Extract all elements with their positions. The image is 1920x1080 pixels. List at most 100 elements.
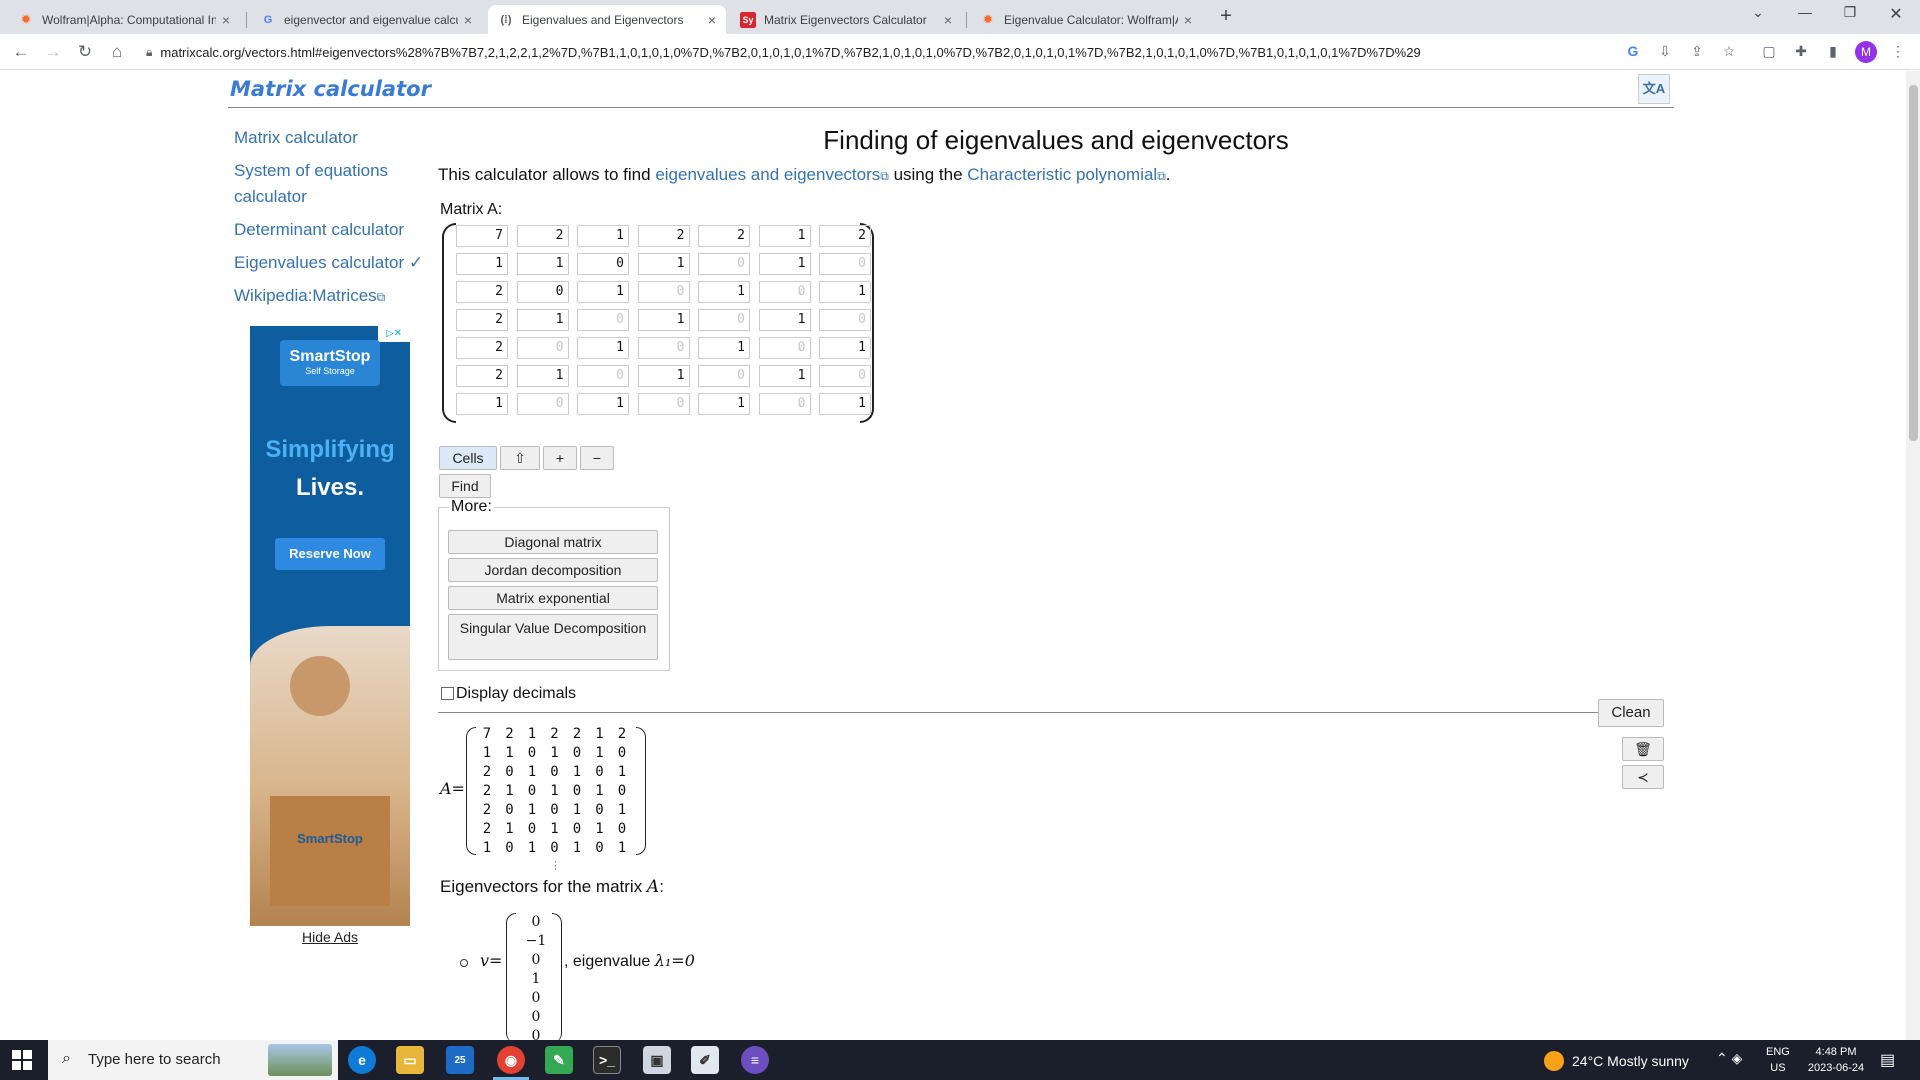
puzzle-icon[interactable]: ✚ xyxy=(1791,43,1811,60)
upload-icon[interactable]: ⇧ xyxy=(500,446,540,470)
remote-desktop-icon[interactable]: ▣ xyxy=(643,1046,671,1074)
find-button[interactable]: Find xyxy=(439,474,491,498)
matrix-cell[interactable]: 1 xyxy=(758,253,811,275)
terminal-icon[interactable]: >_ xyxy=(593,1046,621,1074)
matrix-cell[interactable]: 1 xyxy=(819,393,871,415)
profile-avatar[interactable]: M xyxy=(1855,41,1877,63)
matrix-cell[interactable]: 0 xyxy=(698,253,750,275)
notepad-icon[interactable]: ✎ xyxy=(545,1046,573,1074)
close-icon[interactable]: × xyxy=(708,12,716,28)
matrix-cell[interactable]: 0 xyxy=(758,281,811,303)
address-bar[interactable]: 🔒︎ matrixcalc.org/vectors.html#eigenvect… xyxy=(146,38,1766,66)
language-indicator[interactable]: ENG US xyxy=(1766,1044,1790,1076)
forward-button[interactable]: → xyxy=(42,42,64,62)
edge-icon[interactable]: e xyxy=(348,1046,376,1074)
minimize-button[interactable]: — xyxy=(1793,4,1817,20)
matrix-exponential-button[interactable]: Matrix exponential xyxy=(448,586,658,610)
matrix-cell[interactable]: 2 xyxy=(819,225,871,247)
sidebar-link-determinant[interactable]: Determinant calculator xyxy=(234,217,434,243)
matrix-cell[interactable]: 0 xyxy=(819,309,871,331)
eigen-link[interactable]: eigenvalues and eigenvectors xyxy=(655,165,880,184)
matrix-cell[interactable]: 2 xyxy=(698,225,750,247)
mail-icon[interactable]: 25 xyxy=(446,1046,474,1074)
side-panel-icon[interactable]: ▮ xyxy=(1823,43,1843,60)
share-icon[interactable]: ≺ xyxy=(1622,765,1664,789)
matrix-cell[interactable]: 1 xyxy=(758,309,811,331)
close-window-button[interactable]: ✕ xyxy=(1884,4,1908,24)
cells-button[interactable]: Cells xyxy=(439,446,497,470)
install-icon[interactable]: ⇩ xyxy=(1655,43,1675,60)
close-icon[interactable]: × xyxy=(944,12,952,28)
matrix-cell[interactable]: 0 xyxy=(516,393,569,415)
matrix-cell[interactable]: 2 xyxy=(456,281,508,303)
matrix-cell[interactable]: 2 xyxy=(516,225,569,247)
advertisement[interactable]: ▷✕ SmartStop Self Storage Simplifying Liv… xyxy=(250,326,410,926)
matrix-cell[interactable]: 0 xyxy=(577,253,629,275)
taskbar-search[interactable]: ⌕ Type here to search xyxy=(48,1040,338,1080)
char-poly-link[interactable]: Characteristic polynomial xyxy=(967,165,1157,184)
site-title[interactable]: Matrix calculator xyxy=(230,77,431,101)
clock[interactable]: 4:48 PM 2023-06-24 xyxy=(1796,1044,1876,1076)
new-tab-button[interactable]: + xyxy=(1214,5,1238,28)
tab-symbolab[interactable]: Sy Matrix Eigenvectors Calculator × xyxy=(730,5,962,34)
chrome-icon[interactable]: ◉ xyxy=(497,1046,525,1074)
jordan-decomposition-button[interactable]: Jordan decomposition xyxy=(448,558,658,582)
svd-button[interactable]: Singular Value Decomposition xyxy=(448,614,658,660)
sidebar-link-system-of-equations[interactable]: System of equations calculator xyxy=(234,158,404,210)
remove-size-button[interactable]: − xyxy=(580,446,614,470)
matrix-cell[interactable]: 1 xyxy=(698,393,750,415)
matrix-cell[interactable]: 1 xyxy=(516,365,569,387)
home-button[interactable]: ⌂ xyxy=(106,42,128,62)
matrix-cell[interactable]: 0 xyxy=(516,337,569,359)
display-decimals-checkbox[interactable] xyxy=(441,687,454,700)
matrix-cell[interactable]: 1 xyxy=(698,281,750,303)
weather-widget[interactable]: 24°C Mostly sunny xyxy=(1544,1051,1689,1071)
translate-icon[interactable]: 文A xyxy=(1638,74,1670,104)
share-icon[interactable]: ⇪ xyxy=(1687,43,1707,60)
matrix-cell[interactable]: 1 xyxy=(637,253,690,275)
matrix-cell[interactable]: 0 xyxy=(637,281,690,303)
matrix-cell[interactable]: 0 xyxy=(698,309,750,331)
matrix-cell[interactable]: 1 xyxy=(758,365,811,387)
trash-icon[interactable]: 🗑︎ xyxy=(1622,737,1664,761)
reload-button[interactable]: ↻ xyxy=(74,42,96,62)
matrix-cell[interactable]: 0 xyxy=(758,337,811,359)
diagonal-matrix-button[interactable]: Diagonal matrix xyxy=(448,530,658,554)
matrix-cell[interactable]: 2 xyxy=(456,365,508,387)
matrix-cell[interactable]: 1 xyxy=(698,337,750,359)
close-icon[interactable]: × xyxy=(464,12,472,28)
matrix-cell[interactable]: 0 xyxy=(698,365,750,387)
more-ellipsis[interactable]: ⋮ xyxy=(550,859,561,872)
matrix-cell[interactable]: 2 xyxy=(456,337,508,359)
hide-ads-link[interactable]: Hide Ads xyxy=(250,929,410,945)
notification-icon[interactable]: ▤ xyxy=(1880,1050,1895,1070)
matrix-cell[interactable]: 1 xyxy=(637,365,690,387)
matrix-cell[interactable]: 2 xyxy=(456,309,508,331)
matrix-cell[interactable]: 0 xyxy=(516,281,569,303)
page-scrollbar[interactable] xyxy=(1906,71,1920,1040)
matrix-cell[interactable]: 1 xyxy=(577,393,629,415)
clean-button[interactable]: Clean xyxy=(1598,699,1664,727)
paint-icon[interactable]: ✐ xyxy=(691,1046,719,1074)
matrix-cell[interactable]: 1 xyxy=(819,281,871,303)
matrix-cell[interactable]: 1 xyxy=(637,309,690,331)
windows-start-icon[interactable] xyxy=(12,1050,32,1070)
matrix-cell[interactable]: 1 xyxy=(577,337,629,359)
bookmark-star-icon[interactable]: ☆ xyxy=(1719,43,1739,60)
tab-wolfram[interactable]: ✹ Wolfram|Alpha: Computational In × xyxy=(8,5,240,34)
file-explorer-icon[interactable]: ▭ xyxy=(396,1046,424,1074)
matrix-cell[interactable]: 1 xyxy=(577,281,629,303)
matrix-cell[interactable]: 1 xyxy=(577,225,629,247)
ad-reserve-button[interactable]: Reserve Now xyxy=(275,538,385,570)
tab-wolfram-eigenvalue[interactable]: ✹ Eigenvalue Calculator: Wolfram|A × xyxy=(970,5,1202,34)
close-icon[interactable]: × xyxy=(222,12,230,28)
tab-search-chevron-icon[interactable]: ⌄ xyxy=(1746,4,1770,21)
menu-kebab-icon[interactable]: ⋮ xyxy=(1888,43,1908,60)
close-icon[interactable]: × xyxy=(1184,12,1192,28)
matrix-cell[interactable]: 2 xyxy=(637,225,690,247)
scrollbar-thumb[interactable] xyxy=(1909,85,1918,441)
matrix-cell[interactable]: 0 xyxy=(758,393,811,415)
matrix-cell[interactable]: 0 xyxy=(819,253,871,275)
tray-chevron-icon[interactable]: ⌃ ◈ xyxy=(1716,1050,1742,1067)
restore-button[interactable]: ❐ xyxy=(1838,4,1862,21)
